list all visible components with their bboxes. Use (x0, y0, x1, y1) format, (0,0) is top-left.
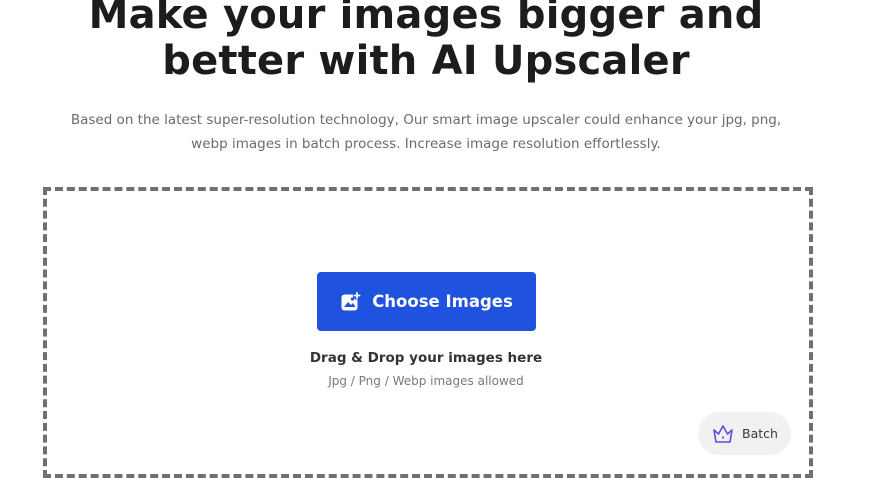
choose-images-button[interactable]: Choose Images (317, 272, 536, 331)
choose-images-label: Choose Images (372, 292, 513, 311)
allowed-formats-text: Jpg / Png / Webp images allowed (328, 374, 524, 388)
upscaler-page: Make your images bigger and better with … (0, 0, 884, 497)
image-add-icon (340, 290, 362, 313)
page-subtitle-line-1: Based on the latest super-resolution tec… (70, 112, 782, 128)
crown-icon (711, 422, 735, 446)
page-title: Make your images bigger and better with … (0, 0, 852, 84)
page-subtitle-line-2: webp images in batch process. Increase i… (191, 136, 661, 152)
page-title-line-2: better with AI Upscaler (162, 38, 690, 84)
batch-label: Batch (742, 426, 778, 441)
page-title-line-1: Make your images bigger and (88, 0, 764, 38)
drag-drop-hint: Drag & Drop your images here (309, 350, 543, 366)
batch-button[interactable]: Batch (698, 412, 791, 455)
page-subtitle: Based on the latest super-resolution tec… (40, 108, 812, 156)
